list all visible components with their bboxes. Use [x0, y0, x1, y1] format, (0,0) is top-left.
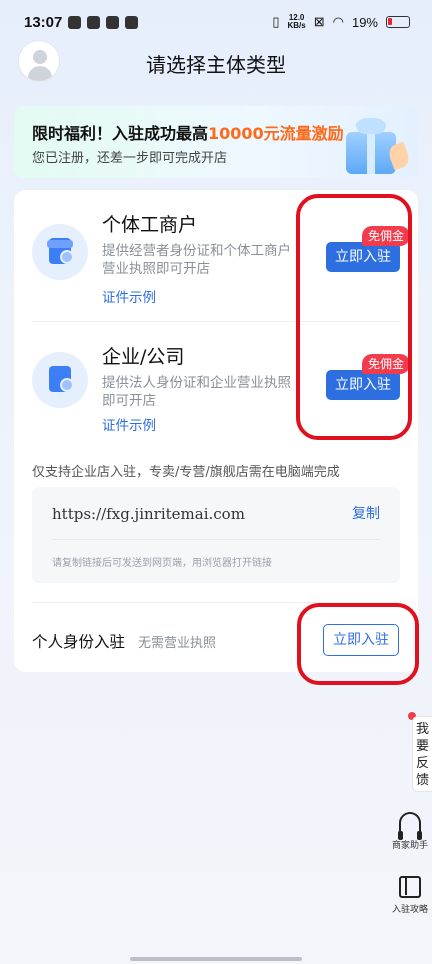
commission-free-badge: 免佣金	[362, 354, 410, 374]
option-individual-business: 个体工商户 提供经营者身份证和个体工商户营业执照即可开店 证件示例 立即入驻 免…	[14, 190, 418, 320]
book-icon	[399, 876, 421, 898]
option-description: 提供经营者身份证和个体工商户营业执照即可开店	[102, 243, 291, 277]
wechat-icon	[125, 16, 138, 29]
entry-guide-label: 入驻攻略	[391, 905, 428, 915]
notification-icons	[68, 16, 138, 29]
promo-title-prefix: 限时福利！入驻成功最高	[32, 124, 209, 143]
option-description: 提供法人身份证和企业营业执照即可开店	[102, 375, 291, 409]
shop-icon	[32, 224, 88, 280]
page-title: 请选择主体类型	[146, 53, 286, 77]
gift-box-icon	[338, 114, 412, 176]
vibrate-icon: ▯	[272, 14, 280, 29]
certificate-example-link[interactable]: 证件示例	[102, 414, 156, 434]
status-time: 13:07	[24, 14, 63, 31]
promo-title: 限时福利！入驻成功最高10000元流量激励	[32, 120, 344, 144]
option-title: 企业/公司	[102, 346, 185, 368]
app-notification-icon	[87, 16, 100, 29]
network-speed: 12.0 KB/s	[287, 14, 305, 30]
join-now-button[interactable]: 立即入驻	[326, 242, 400, 272]
copy-hint: 请复制链接后可发送到网页端，用浏览器打开链接	[52, 558, 272, 569]
personal-join-button[interactable]: 立即入驻	[323, 624, 399, 656]
copy-link-button[interactable]: 复制	[352, 503, 380, 523]
pc-only-notice: 仅支持企业店入驻，专卖/专营/旗舰店需在电脑端完成	[32, 465, 340, 480]
feedback-tab[interactable]: 我要反馈	[412, 716, 432, 792]
join-now-button[interactable]: 立即入驻	[326, 370, 400, 400]
home-indicator[interactable]	[130, 957, 302, 961]
status-right: ▯ 12.0 KB/s ⊠ ◠ 19%	[272, 14, 410, 30]
option-title: 个体工商户	[102, 214, 198, 236]
certificate-example-link[interactable]: 证件示例	[102, 286, 156, 306]
document-icon	[32, 352, 88, 408]
promo-title-highlight: 10000元流量激励	[208, 124, 344, 143]
battery-percent: 19%	[351, 14, 378, 30]
personal-entry-subtitle: 无需营业执照	[138, 636, 217, 651]
entry-guide-button[interactable]: 入驻攻略	[388, 876, 432, 915]
headset-icon	[398, 812, 422, 840]
app-notification-icon	[68, 16, 81, 29]
wifi-icon: ◠	[332, 14, 344, 29]
merchant-helper-label: 商家助手	[391, 841, 428, 851]
option-company: 企业/公司 提供法人身份证和企业营业执照即可开店 证件示例 立即入驻 免佣金	[14, 322, 418, 452]
commission-free-badge: 免佣金	[362, 226, 410, 246]
promo-banner[interactable]: 限时福利！入驻成功最高10000元流量激励 您已注册，还差一步即可完成开店	[14, 106, 418, 178]
divider	[52, 539, 380, 540]
entity-type-card: 个体工商户 提供经营者身份证和个体工商户营业执照即可开店 证件示例 立即入驻 免…	[14, 190, 418, 672]
divider	[32, 602, 400, 603]
promo-subtitle: 您已注册，还差一步即可完成开店	[32, 151, 228, 166]
sim-icon: ⊠	[313, 14, 325, 29]
personal-entry-title: 个人身份入驻	[32, 633, 126, 651]
app-notification-icon	[106, 16, 119, 29]
pc-url: https://fxg.jinritemai.com	[52, 505, 245, 523]
pc-link-box: https://fxg.jinritemai.com 复制 请复制链接后可发送到…	[32, 487, 400, 583]
battery-icon	[386, 16, 410, 28]
network-speed-unit: KB/s	[287, 21, 306, 30]
merchant-helper-button[interactable]: 商家助手	[388, 812, 432, 851]
status-bar: 13:07 ▯ 12.0 KB/s ⊠ ◠ 19%	[0, 0, 432, 50]
